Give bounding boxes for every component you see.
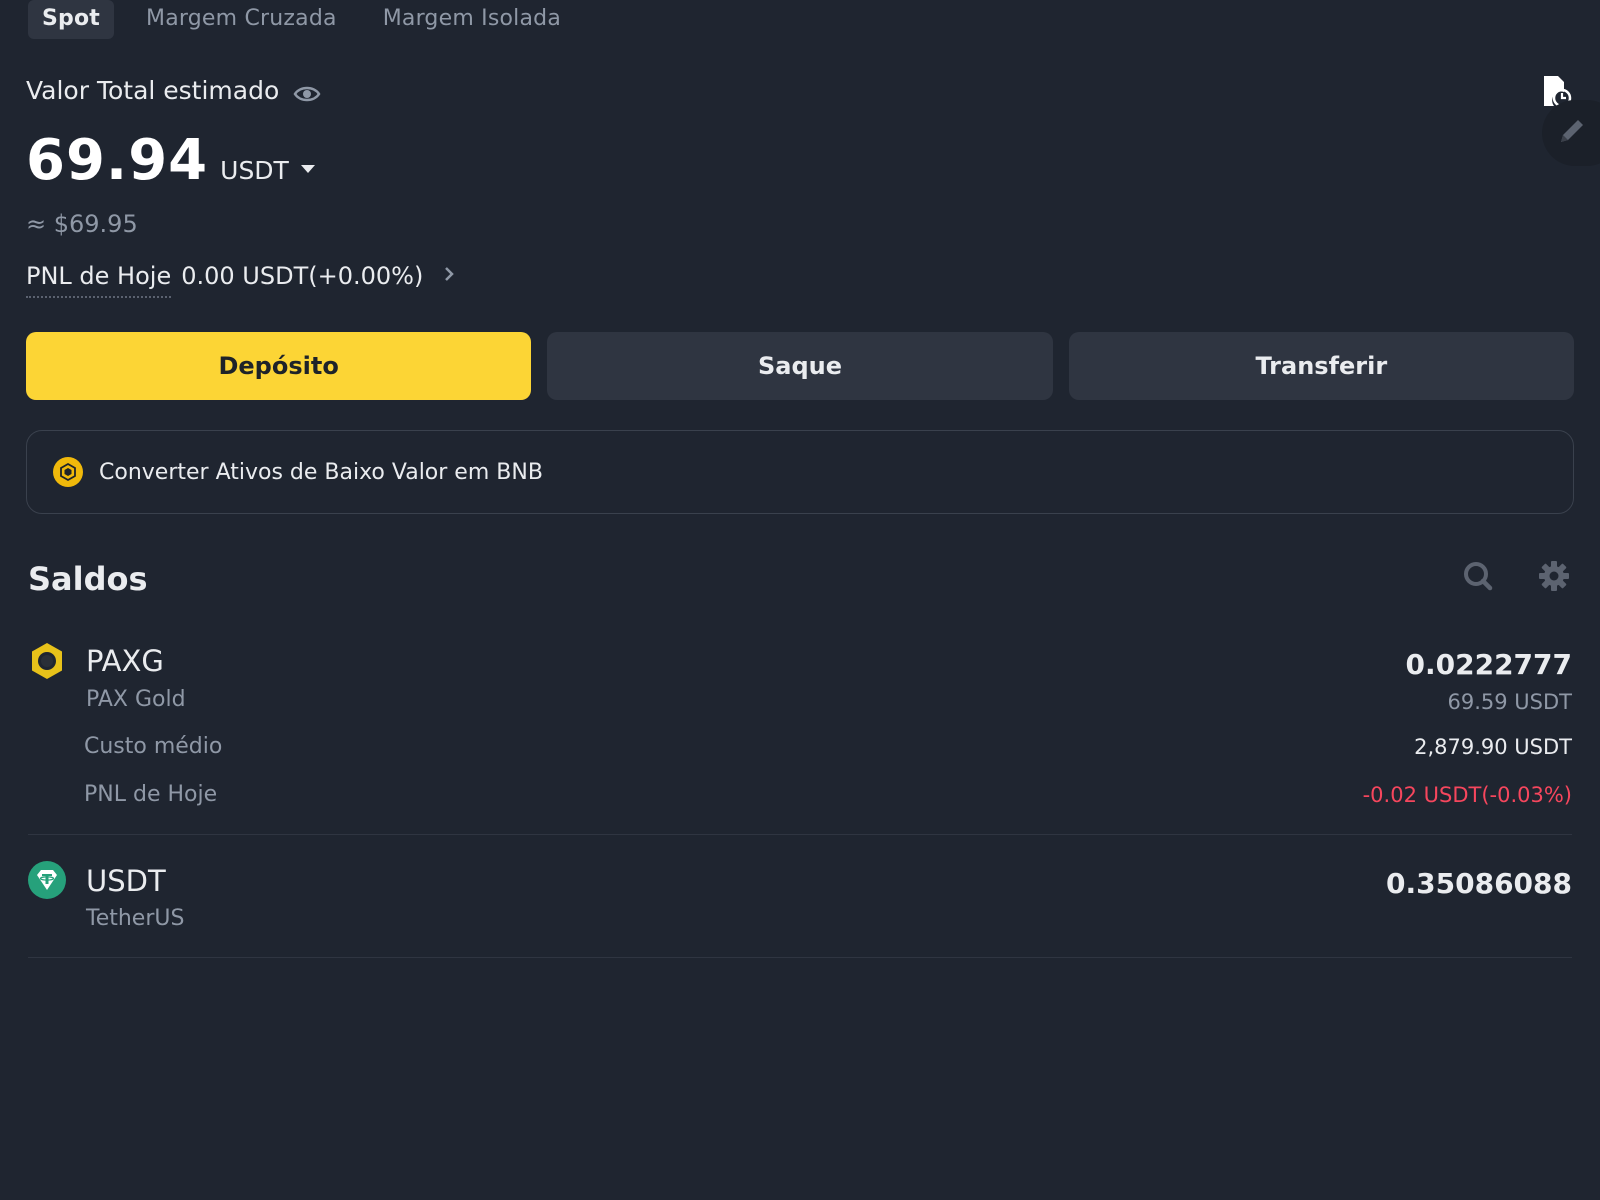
currency-selector[interactable]: USDT: [220, 156, 315, 185]
asset-usdt-value: 69.59 USDT: [1447, 690, 1573, 714]
balances-title: Saldos: [28, 560, 148, 598]
pnl-label[interactable]: PNL de Hoje: [26, 262, 172, 298]
balances-tools: [1462, 560, 1570, 592]
pnl-value: 0.00 USDT(+0.00%): [181, 262, 424, 290]
asset-symbol: PAXG: [86, 644, 164, 678]
asset-symbol: USDT: [86, 864, 166, 898]
usd-approx-value: ≈ $69.95: [26, 210, 138, 238]
asset-amount: 0.0222777: [1405, 648, 1573, 681]
gear-icon[interactable]: [1538, 560, 1570, 592]
asset-row-usdt[interactable]: USDT TetherUS 0.35086088: [28, 860, 1572, 960]
convert-to-bnb-banner[interactable]: Converter Ativos de Baixo Valor em BNB: [26, 430, 1574, 514]
eye-icon[interactable]: [293, 81, 321, 101]
caret-down-icon: [300, 164, 315, 173]
total-balance-value: 69.94: [26, 128, 209, 193]
divider: [28, 957, 1572, 958]
account-tabs: Spot Margem Cruzada Margem Isolada: [28, 0, 575, 39]
chevron-right-icon[interactable]: [443, 264, 455, 297]
search-icon[interactable]: [1462, 560, 1494, 592]
bnb-icon: [53, 457, 83, 487]
edit-icon: [1555, 114, 1589, 152]
withdraw-button[interactable]: Saque: [547, 332, 1053, 400]
avg-cost-value: 2,879.90 USDT: [1414, 735, 1572, 759]
convert-banner-text: Converter Ativos de Baixo Valor em BNB: [99, 459, 543, 485]
usdt-icon: [28, 861, 66, 899]
avg-cost-label: Custo médio: [84, 734, 223, 759]
total-value-label-row: Valor Total estimado: [26, 76, 321, 105]
divider: [28, 834, 1572, 835]
transfer-button[interactable]: Transferir: [1068, 332, 1574, 400]
asset-name: PAX Gold: [86, 687, 186, 712]
tab-margem-cruzada[interactable]: Margem Cruzada: [132, 0, 351, 39]
asset-pnl-label: PNL de Hoje: [84, 782, 218, 807]
deposit-button[interactable]: Depósito: [26, 332, 532, 400]
action-buttons: Depósito Saque Transferir: [26, 332, 1574, 400]
asset-amount: 0.35086088: [1386, 867, 1572, 900]
paxg-icon: [28, 642, 66, 680]
edit-button[interactable]: [1542, 100, 1600, 166]
wallet-page: Spot Margem Cruzada Margem Isolada Valor…: [0, 0, 1600, 1200]
asset-row-paxg[interactable]: PAXG PAX Gold 0.0222777 69.59 USDT Custo…: [28, 640, 1572, 836]
total-value-label: Valor Total estimado: [26, 76, 280, 105]
total-balance: 69.94 USDT: [26, 128, 315, 193]
tab-spot[interactable]: Spot: [28, 0, 115, 39]
tab-margem-isolada[interactable]: Margem Isolada: [369, 0, 575, 39]
todays-pnl-row[interactable]: PNL de Hoje 0.00 USDT(+0.00%): [26, 262, 455, 298]
currency-label: USDT: [220, 156, 289, 185]
asset-pnl-value: -0.02 USDT(-0.03%): [1362, 783, 1572, 807]
asset-name: TetherUS: [86, 906, 185, 931]
